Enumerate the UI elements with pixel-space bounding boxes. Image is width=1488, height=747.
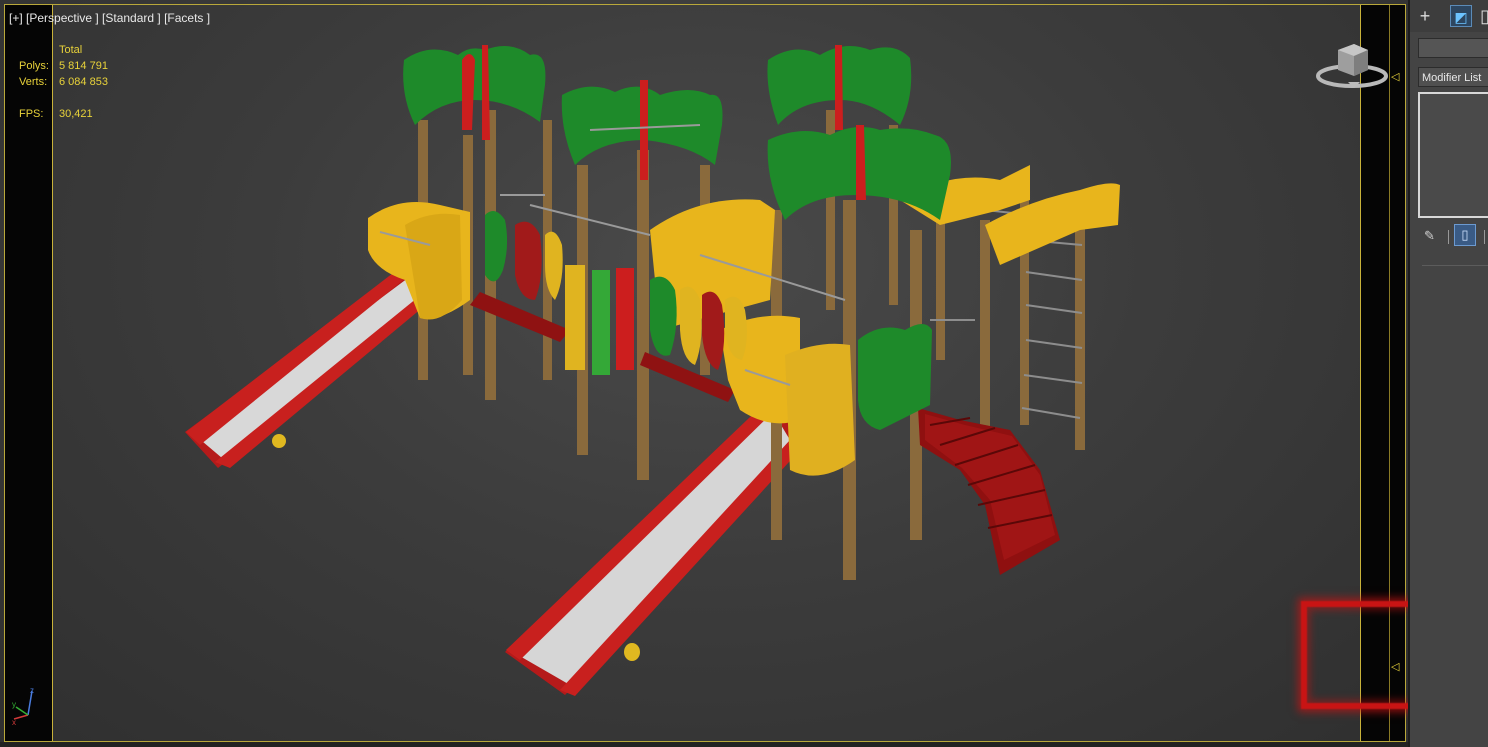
stats-header: Total <box>59 44 83 56</box>
viewport-label-menu[interactable]: [+] [Perspective ] [Standard ] [Facets ] <box>9 11 210 25</box>
axis-tripod-icon: z x y <box>12 686 34 725</box>
left-slide[interactable] <box>185 260 440 468</box>
fps-value: 30,421 <box>59 108 93 120</box>
plus-icon[interactable]: + <box>1414 5 1436 27</box>
verts-value: 6 084 853 <box>59 76 108 88</box>
axis-x-label: x <box>12 718 16 725</box>
polys-value: 5 814 791 <box>59 60 108 72</box>
verts-label: Verts: <box>19 76 48 88</box>
modify-icon[interactable]: ◩ <box>1450 5 1472 27</box>
object-name-field[interactable] <box>1418 38 1488 58</box>
viewcube-icon[interactable] <box>1312 36 1392 96</box>
polys-label: Polys: <box>19 60 49 72</box>
hierarchy-icon[interactable]: ▯ <box>1480 5 1488 27</box>
highlight-annotation-box <box>1301 601 1408 709</box>
panel-divider <box>1422 265 1488 266</box>
perspective-viewport[interactable]: [+] [Perspective ] [Standard ] [Facets ]… <box>0 0 1408 747</box>
fps-label: FPS: <box>19 108 44 120</box>
show-end-result-icon[interactable]: ▯ <box>1454 224 1476 246</box>
command-panel-tabs: + ◩ ▯ <box>1410 0 1488 32</box>
playground-3d-model[interactable] <box>0 0 1408 747</box>
pin-icon[interactable]: ✎ <box>1424 228 1435 244</box>
statistics-overlay: Total Polys: 5 814 791 Verts: 6 084 853 FP… <box>19 42 108 122</box>
safe-frame-top-marker-icon: ◁ <box>1391 71 1400 83</box>
toolbar-separator <box>1448 230 1449 244</box>
viewport-bottom-strip <box>0 742 1488 747</box>
front-slide[interactable] <box>505 398 800 696</box>
toolbar-separator <box>1484 230 1485 244</box>
arched-bridge[interactable] <box>918 408 1060 575</box>
axis-y-label: y <box>12 700 16 709</box>
modifier-stack[interactable] <box>1418 92 1488 218</box>
axis-z-label: z <box>30 686 34 695</box>
modifier-list-dropdown[interactable]: Modifier List <box>1418 67 1488 87</box>
command-panel: + ◩ ▯ Modifier List ✎ ▯ <box>1408 0 1488 747</box>
